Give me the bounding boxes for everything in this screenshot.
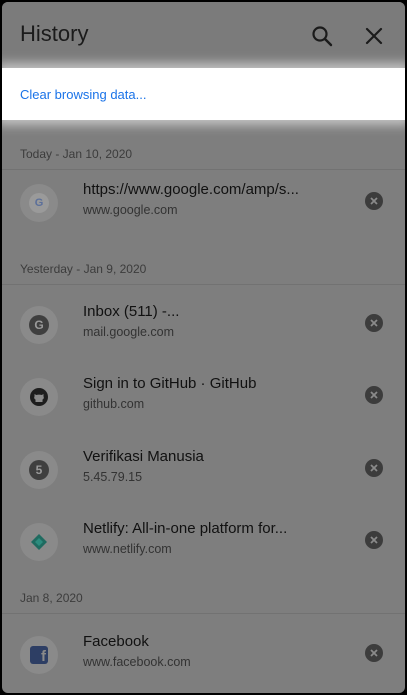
favicon (20, 378, 58, 416)
item-title: Facebook (83, 633, 149, 650)
history-item-facebook[interactable]: f Facebook www.facebook.com (2, 622, 405, 686)
divider (2, 613, 405, 614)
item-url: 5.45.79.15 (83, 470, 143, 484)
item-url: www.netlify.com (83, 542, 172, 556)
remove-button[interactable] (365, 314, 383, 332)
clear-browsing-data-row[interactable]: Clear browsing data... (2, 68, 405, 120)
letter-g-icon: G (29, 315, 49, 335)
favicon: f (20, 636, 58, 674)
item-url: www.google.com (83, 203, 178, 217)
history-item-verifikasi[interactable]: 5 Verifikasi Manusia 5.45.79.15 (2, 437, 405, 501)
remove-button[interactable] (365, 386, 383, 404)
close-button[interactable] (358, 20, 390, 52)
remove-button[interactable] (365, 192, 383, 210)
favicon: G (20, 306, 58, 344)
item-title: Netlify: All-in-one platform for... (83, 520, 288, 537)
facebook-icon: f (30, 646, 48, 664)
section-label-yesterday: Yesterday - Jan 9, 2020 (20, 262, 147, 276)
header: History (2, 2, 405, 68)
history-panel: History Clear browsing data... Today - J… (2, 2, 405, 693)
close-icon (370, 391, 378, 399)
section-label-jan8: Jan 8, 2020 (20, 591, 83, 605)
google-icon: G (29, 193, 49, 213)
page-title: History (20, 21, 89, 46)
close-icon (365, 27, 383, 45)
item-title: Inbox (511) -... (83, 303, 180, 320)
letter-5-icon: 5 (29, 460, 49, 480)
remove-button[interactable] (365, 531, 383, 549)
item-title: Sign in to GitHub · GitHub (83, 375, 257, 392)
item-url: mail.google.com (83, 325, 175, 339)
github-icon (30, 388, 48, 406)
history-item-inbox[interactable]: G Inbox (511) -... mail.google.com (2, 292, 405, 356)
close-icon (370, 319, 378, 327)
netlify-icon (31, 534, 47, 550)
close-icon (370, 464, 378, 472)
history-item-github[interactable]: Sign in to GitHub · GitHub github.com (2, 364, 405, 428)
item-url: www.facebook.com (83, 655, 191, 669)
remove-button[interactable] (365, 644, 383, 662)
close-icon (370, 197, 378, 205)
item-title: Verifikasi Manusia (83, 448, 204, 465)
section-label-today: Today - Jan 10, 2020 (20, 147, 133, 161)
favicon: G (20, 184, 58, 222)
clear-browsing-data-link[interactable]: Clear browsing data... (20, 87, 146, 102)
remove-button[interactable] (365, 459, 383, 477)
close-icon (370, 649, 378, 657)
divider (2, 284, 405, 285)
close-icon (370, 536, 378, 544)
favicon (20, 523, 58, 561)
history-item-netlify[interactable]: Netlify: All-in-one platform for... www.… (2, 509, 405, 573)
item-title: https://www.google.com/amp/s... (83, 181, 299, 198)
item-url: github.com (83, 397, 145, 411)
history-item-google[interactable]: G https://www.google.com/amp/s... www.go… (2, 170, 405, 234)
search-icon (312, 26, 333, 47)
favicon: 5 (20, 451, 58, 489)
search-button[interactable] (306, 20, 338, 52)
